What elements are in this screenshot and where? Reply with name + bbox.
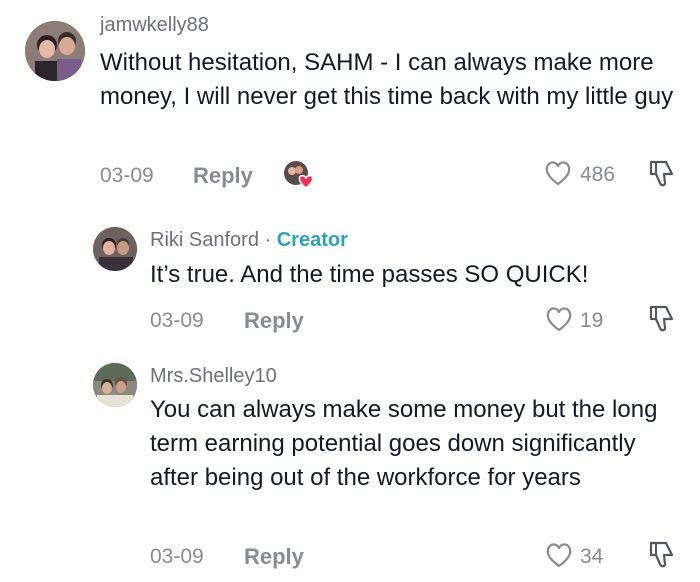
thumbs-down-icon[interactable] <box>646 158 676 190</box>
reply-date: 03-09 <box>150 309 204 332</box>
like-count: 34 <box>580 545 604 568</box>
reply-text: It’s true. And the time passes SO QUICK! <box>150 261 589 288</box>
thumbs-down-icon[interactable] <box>646 303 676 335</box>
like-count: 19 <box>580 309 604 332</box>
creator-badge: Creator <box>276 229 348 251</box>
thumbs-down-icon[interactable] <box>646 539 676 571</box>
reply-button[interactable]: Reply <box>193 163 253 189</box>
reply-text: You can always make some money but the l… <box>150 396 658 491</box>
reply: Riki Sanford · Creator It’s true. And th… <box>0 215 700 345</box>
reply-button[interactable]: Reply <box>244 544 304 570</box>
heart-outline-icon[interactable] <box>543 159 573 187</box>
reply: Mrs.Shelley10 You can always make some m… <box>0 350 700 582</box>
avatar[interactable] <box>93 227 137 271</box>
reply-username-name[interactable]: Riki Sanford <box>150 229 259 251</box>
comment-date: 03-09 <box>100 164 154 187</box>
name-separator: · <box>258 229 277 251</box>
comment: jamwkelly88 Without hesitation, SAHM - I… <box>0 0 700 200</box>
heart-outline-icon[interactable] <box>544 541 574 569</box>
avatar[interactable] <box>25 21 85 81</box>
like-count: 486 <box>580 163 616 186</box>
heart-outline-icon[interactable] <box>544 305 574 333</box>
reply-username: Riki Sanford · Creator <box>150 229 348 252</box>
comment-username[interactable]: jamwkelly88 <box>100 14 209 37</box>
reply-date: 03-09 <box>150 545 204 568</box>
comment-text: Without hesitation, SAHM - I can always … <box>100 49 674 110</box>
reply-button[interactable]: Reply <box>244 308 304 334</box>
reply-username[interactable]: Mrs.Shelley10 <box>150 365 277 388</box>
avatar[interactable] <box>93 363 137 407</box>
creator-liked-avatar-heart-icon <box>282 158 318 192</box>
